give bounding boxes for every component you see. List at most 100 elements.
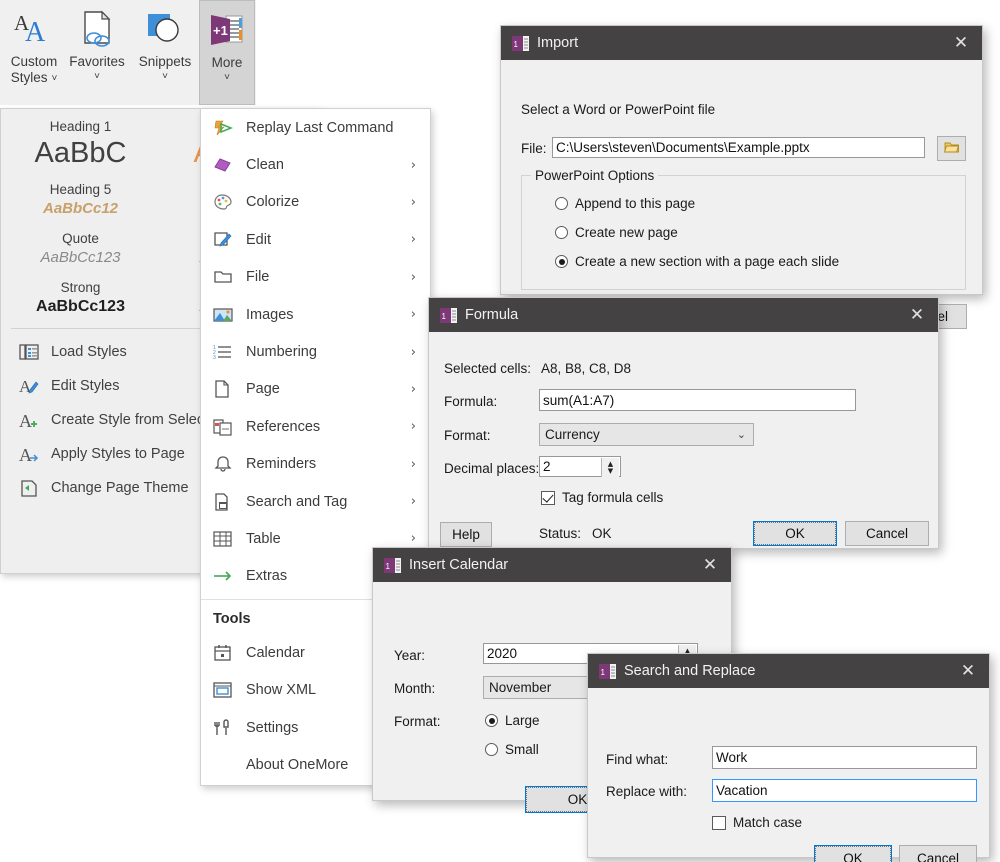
style-item[interactable]: Strong AaBbCc123: [1, 268, 160, 318]
ribbon-button-custom-styles[interactable]: A A Custom Styles ˅: [0, 0, 68, 103]
menu-item-file[interactable]: File ›: [201, 259, 430, 296]
radio-label: Small: [505, 742, 539, 757]
menu-item-numbering[interactable]: 123 Numbering ›: [201, 333, 430, 370]
style-name: Quote: [62, 231, 99, 246]
ribbon-button-snippets[interactable]: Snippets ˅: [131, 0, 199, 103]
radio-create-new-page[interactable]: Create new page: [555, 225, 678, 240]
extras-icon: [213, 567, 246, 585]
import-dialog-titlebar[interactable]: 1 Import ✕: [501, 26, 982, 60]
ribbon-button-favorites[interactable]: Favorites ˅: [63, 0, 131, 103]
radio-append-to-this-page[interactable]: Append to this page: [555, 196, 695, 211]
radio-format-small[interactable]: Small: [485, 742, 539, 757]
chevron-right-icon: ›: [410, 194, 416, 210]
formula-label: Formula:: [444, 394, 498, 409]
tag-formula-cells-checkbox[interactable]: Tag formula cells: [541, 490, 663, 505]
chevron-right-icon: ›: [410, 269, 416, 285]
references-icon: [213, 418, 246, 436]
replace-with-input[interactable]: Vacation: [712, 779, 977, 802]
style-item[interactable]: Heading 5 AaBbCc12: [1, 172, 160, 219]
svg-text:1: 1: [601, 668, 606, 677]
close-icon[interactable]: ✕: [947, 661, 989, 681]
ribbon-button-more[interactable]: +1 More ˅: [199, 0, 255, 105]
format-select[interactable]: Currency ⌄: [539, 423, 754, 446]
chevron-down-icon[interactable]: ˅: [162, 71, 168, 82]
ribbon-label-more: More: [211, 55, 243, 70]
show-xml-icon: [213, 681, 246, 699]
menu-item-page[interactable]: Page ›: [201, 371, 430, 408]
month-label: Month:: [394, 681, 436, 696]
file-icon: [213, 268, 246, 286]
menu-item-search-and-tag[interactable]: Search and Tag ›: [201, 483, 430, 520]
find-what-input[interactable]: Work: [712, 746, 977, 769]
radio-create-new-section[interactable]: Create a new section with a page each sl…: [555, 254, 839, 269]
status-value: OK: [592, 526, 612, 541]
match-case-label: Match case: [733, 815, 803, 830]
formula-cancel-button[interactable]: Cancel: [845, 521, 929, 546]
browse-file-button[interactable]: [937, 136, 966, 161]
year-label: Year:: [394, 648, 426, 663]
chevron-down-icon[interactable]: ˅: [224, 72, 230, 83]
formula-dialog-titlebar[interactable]: 1 Formula ✕: [429, 298, 938, 332]
menu-item-edit[interactable]: Edit ›: [201, 221, 430, 258]
ribbon-toolbar: A A Custom Styles ˅ Favorites ˅ Snippets…: [0, 0, 256, 105]
more-icon: +1: [206, 7, 248, 55]
images-icon: [213, 306, 246, 324]
chevron-down-icon: ⌄: [736, 428, 746, 441]
chevron-right-icon: ›: [410, 456, 416, 472]
svg-text:1: 1: [442, 312, 447, 321]
custom-styles-icon: A A: [12, 6, 56, 54]
import-instruction: Select a Word or PowerPoint file: [521, 102, 716, 117]
help-button[interactable]: Help: [440, 522, 492, 547]
onenote-icon: 1: [512, 35, 529, 52]
menu-item-references[interactable]: References ›: [201, 408, 430, 445]
menu-item-images[interactable]: Images ›: [201, 296, 430, 333]
spinner-down-icon[interactable]: ▼: [608, 467, 613, 475]
menu-item-label: Page: [246, 381, 280, 398]
page-icon: [213, 380, 246, 399]
menu-item-clean[interactable]: Clean ›: [201, 146, 430, 183]
chevron-right-icon: ›: [410, 307, 416, 323]
menu-item-label: Calendar: [246, 644, 305, 661]
radio-format-large[interactable]: Large: [485, 713, 540, 728]
search-replace-cancel-button[interactable]: Cancel: [899, 845, 977, 862]
clean-icon: [213, 156, 246, 174]
replay-icon: [213, 119, 246, 137]
close-icon[interactable]: ✕: [940, 33, 982, 53]
menu-item-label: Colorize: [246, 194, 300, 211]
chevron-right-icon: ›: [410, 419, 416, 435]
svg-text:A: A: [19, 411, 32, 429]
chevron-right-icon: ›: [410, 381, 416, 397]
chevron-down-icon[interactable]: ˅: [94, 71, 100, 82]
menu-item-label: References: [246, 418, 321, 435]
match-case-checkbox[interactable]: Match case: [712, 815, 802, 830]
style-item[interactable]: Quote AaBbCc123: [1, 219, 160, 268]
powerpoint-options-group: PowerPoint Options Append to this page C…: [521, 168, 966, 290]
ribbon-label-styles: Styles: [10, 70, 48, 85]
reminders-icon: [213, 455, 246, 473]
spinner-buttons[interactable]: ▲ ▼: [601, 458, 619, 477]
formula-input[interactable]: sum(A1:A7): [539, 389, 856, 411]
close-icon[interactable]: ✕: [896, 305, 938, 325]
menu-item-label: Reminders: [246, 456, 317, 473]
calendar-dialog-titlebar[interactable]: 1 Insert Calendar ✕: [373, 548, 731, 582]
search-replace-titlebar[interactable]: 1 Search and Replace ✕: [588, 654, 989, 688]
calendar-dialog-title: Insert Calendar: [409, 557, 509, 573]
menu-item-label: Table: [246, 530, 281, 547]
chevron-down-icon[interactable]: ˅: [51, 73, 57, 84]
year-value: 2020: [487, 646, 518, 661]
search-replace-ok-button[interactable]: OK: [814, 845, 892, 862]
style-item[interactable]: Heading 1 AaBbC: [1, 115, 160, 172]
menu-item-replay-last-command[interactable]: Replay Last Command: [201, 109, 430, 146]
menu-item-colorize[interactable]: Colorize ›: [201, 184, 430, 221]
menu-item-reminders[interactable]: Reminders ›: [201, 446, 430, 483]
file-path-input[interactable]: C:\Users\steven\Documents\Example.pptx: [552, 137, 925, 158]
styles-command-label: Change Page Theme: [51, 480, 189, 496]
close-icon[interactable]: ✕: [689, 555, 731, 575]
style-name: Strong: [60, 280, 101, 295]
decimal-places-stepper[interactable]: 2 ▲ ▼: [539, 456, 621, 477]
formula-ok-button[interactable]: OK: [753, 521, 837, 546]
menu-item-label: Numbering: [246, 344, 317, 361]
formula-dialog-title: Formula: [465, 307, 519, 323]
edit-icon: [213, 231, 246, 249]
menu-item-label: Edit: [246, 231, 271, 248]
